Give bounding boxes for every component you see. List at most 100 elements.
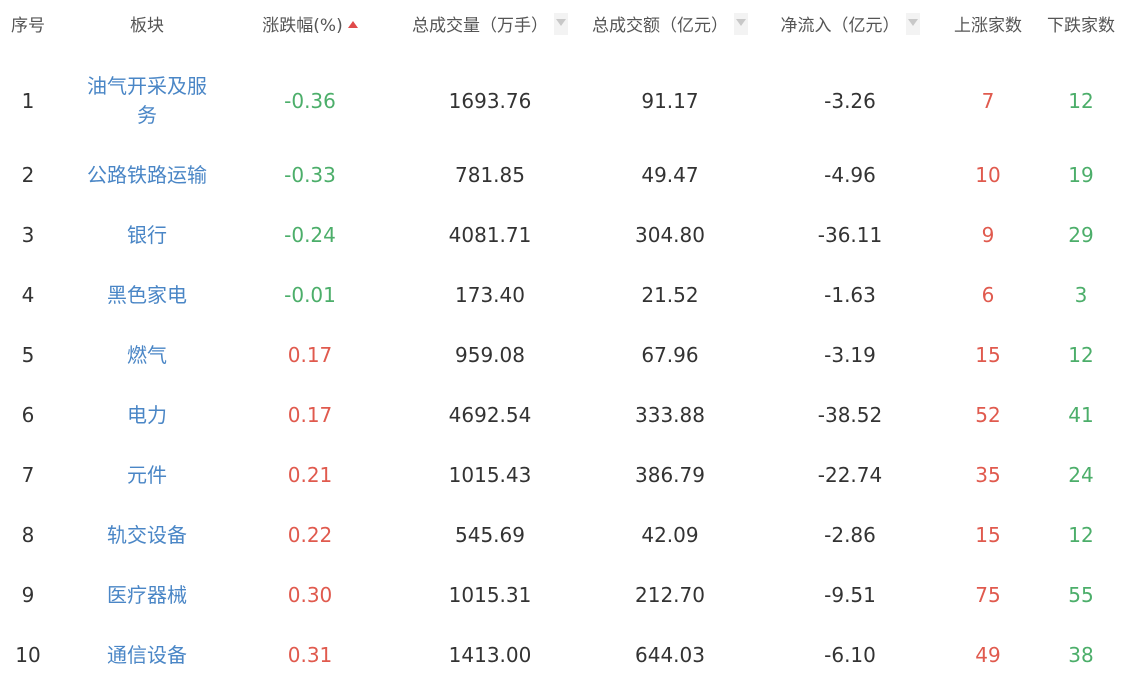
cell-index: 4	[21, 283, 35, 307]
cell-sector[interactable]: 油气开采及服务	[84, 60, 210, 142]
table-row[interactable]: 7 元件 0.21 1015.43 386.79 -22.74 35 24	[0, 445, 1133, 505]
cell-sector[interactable]: 银行	[84, 205, 210, 265]
header-up-count: 上涨家数	[944, 0, 1032, 52]
sort-volume-toggle[interactable]	[554, 13, 568, 35]
table-row[interactable]: 2 公路铁路运输 -0.33 781.85 49.47 -4.96 10 19	[0, 145, 1133, 205]
cell-turnover: 333.88	[635, 403, 705, 427]
header-volume[interactable]: 总成交量（万手）	[398, 0, 582, 52]
cell-up-count: 75	[975, 583, 1001, 607]
header-up-count-label: 上涨家数	[954, 16, 1022, 36]
header-turnover-label: 总成交额（亿元）	[592, 16, 728, 36]
cell-index: 7	[21, 463, 35, 487]
cell-net-inflow: -2.86	[824, 523, 876, 547]
cell-turnover: 21.52	[641, 283, 699, 307]
cell-index: 9	[21, 583, 35, 607]
cell-net-inflow: -9.51	[824, 583, 876, 607]
cell-volume: 4692.54	[448, 403, 532, 427]
cell-down-count: 41	[1068, 403, 1094, 427]
cell-sector[interactable]: 黑色家电	[84, 265, 210, 325]
cell-volume: 781.85	[455, 163, 525, 187]
cell-volume: 959.08	[455, 343, 525, 367]
cell-change-pct: 0.17	[287, 403, 333, 427]
cell-change-pct: -0.01	[284, 283, 336, 307]
cell-volume: 4081.71	[448, 223, 532, 247]
cell-up-count: 10	[975, 163, 1001, 187]
cell-down-count: 55	[1068, 583, 1094, 607]
cell-change-pct: -0.33	[284, 163, 336, 187]
cell-net-inflow: -1.63	[824, 283, 876, 307]
header-down-count-label: 下跌家数	[1047, 16, 1115, 36]
cell-turnover: 91.17	[641, 89, 699, 113]
table-row[interactable]: 8 轨交设备 0.22 545.69 42.09 -2.86 15 12	[0, 505, 1133, 565]
cell-change-pct: 0.31	[287, 643, 333, 667]
table-row[interactable]: 1 油气开采及服务 -0.36 1693.76 91.17 -3.26 7 12	[0, 60, 1133, 142]
cell-sector[interactable]: 医疗器械	[84, 565, 210, 625]
cell-down-count: 3	[1074, 283, 1088, 307]
sort-descending-icon	[556, 19, 566, 26]
header-index: 序号	[0, 0, 56, 52]
sort-net-inflow-toggle[interactable]	[905, 13, 920, 35]
cell-turnover: 212.70	[635, 583, 705, 607]
cell-index: 10	[15, 643, 41, 667]
sort-turnover-toggle[interactable]	[734, 13, 748, 35]
cell-up-count: 49	[975, 643, 1001, 667]
sector-ranking-table: 序号 板块 涨跌幅(%) 总成交量（万手） 总成交额（亿元） 净流入（亿元） 上…	[0, 0, 1133, 687]
cell-sector[interactable]: 燃气	[84, 325, 210, 385]
cell-sector[interactable]: 电力	[84, 385, 210, 445]
cell-volume: 1015.43	[448, 463, 532, 487]
header-volume-label: 总成交量（万手）	[412, 16, 548, 36]
header-change-pct-label: 涨跌幅(%)	[262, 16, 343, 36]
cell-change-pct: -0.24	[284, 223, 336, 247]
cell-turnover: 42.09	[641, 523, 699, 547]
cell-volume: 545.69	[455, 523, 525, 547]
cell-change-pct: -0.36	[284, 89, 336, 113]
cell-index: 6	[21, 403, 35, 427]
table-row[interactable]: 3 银行 -0.24 4081.71 304.80 -36.11 9 29	[0, 205, 1133, 265]
cell-sector[interactable]: 轨交设备	[84, 505, 210, 565]
cell-net-inflow: -4.96	[824, 163, 876, 187]
cell-sector[interactable]: 通信设备	[84, 625, 210, 685]
cell-index: 5	[21, 343, 35, 367]
cell-up-count: 7	[981, 89, 995, 113]
cell-up-count: 9	[981, 223, 995, 247]
table-row[interactable]: 5 燃气 0.17 959.08 67.96 -3.19 15 12	[0, 325, 1133, 385]
cell-volume: 1015.31	[448, 583, 532, 607]
cell-down-count: 38	[1068, 643, 1094, 667]
cell-change-pct: 0.17	[287, 343, 333, 367]
cell-change-pct: 0.21	[287, 463, 333, 487]
header-sector-label: 板块	[130, 16, 164, 36]
cell-turnover: 644.03	[635, 643, 705, 667]
cell-net-inflow: -22.74	[817, 463, 883, 487]
table-row[interactable]: 6 电力 0.17 4692.54 333.88 -38.52 52 41	[0, 385, 1133, 445]
cell-down-count: 19	[1068, 163, 1094, 187]
header-change-pct[interactable]: 涨跌幅(%)	[240, 0, 380, 52]
cell-up-count: 15	[975, 523, 1001, 547]
table-row[interactable]: 4 黑色家电 -0.01 173.40 21.52 -1.63 6 3	[0, 265, 1133, 325]
header-turnover[interactable]: 总成交额（亿元）	[580, 0, 760, 52]
sort-descending-icon	[907, 19, 918, 26]
header-net-inflow[interactable]: 净流入（亿元）	[770, 0, 930, 52]
cell-down-count: 24	[1068, 463, 1094, 487]
cell-turnover: 386.79	[635, 463, 705, 487]
cell-up-count: 35	[975, 463, 1001, 487]
sort-descending-icon	[736, 19, 746, 26]
header-net-inflow-label: 净流入（亿元）	[780, 16, 900, 36]
cell-net-inflow: -3.26	[824, 89, 876, 113]
cell-up-count: 6	[981, 283, 995, 307]
cell-sector[interactable]: 元件	[84, 445, 210, 505]
cell-index: 8	[21, 523, 35, 547]
table-row[interactable]: 9 医疗器械 0.30 1015.31 212.70 -9.51 75 55	[0, 565, 1133, 625]
cell-net-inflow: -3.19	[824, 343, 876, 367]
header-down-count: 下跌家数	[1038, 0, 1124, 52]
cell-index: 1	[21, 89, 35, 113]
cell-sector[interactable]: 公路铁路运输	[84, 145, 210, 205]
cell-up-count: 15	[975, 343, 1001, 367]
cell-up-count: 52	[975, 403, 1001, 427]
cell-net-inflow: -6.10	[824, 643, 876, 667]
cell-volume: 1413.00	[448, 643, 532, 667]
cell-down-count: 12	[1068, 343, 1094, 367]
cell-net-inflow: -36.11	[817, 223, 883, 247]
sort-ascending-icon[interactable]	[347, 20, 358, 28]
table-row[interactable]: 10 通信设备 0.31 1413.00 644.03 -6.10 49 38	[0, 625, 1133, 685]
header-index-label: 序号	[11, 16, 45, 36]
